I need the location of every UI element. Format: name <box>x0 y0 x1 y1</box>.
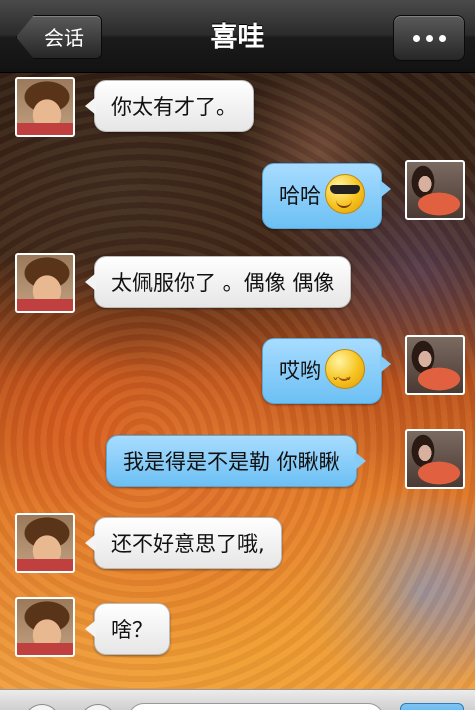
contact-avatar[interactable] <box>15 253 75 313</box>
cool-face-icon <box>325 174 365 214</box>
dot-icon <box>412 34 420 42</box>
back-button[interactable]: 会话 <box>16 15 102 59</box>
contact-avatar[interactable] <box>15 513 75 573</box>
incoming-message-bubble[interactable]: 啥？ <box>85 603 170 655</box>
contact-avatar[interactable] <box>15 597 75 657</box>
voice-toggle-button[interactable] <box>24 704 60 710</box>
message-text: 太佩服你了 。偶像 偶像 <box>111 271 335 295</box>
message-text: 哈哈 <box>279 184 321 208</box>
incoming-message-bubble[interactable]: 你太有才了。 <box>85 80 254 132</box>
contact-avatar[interactable] <box>15 77 75 137</box>
more-options-button[interactable] <box>393 15 465 61</box>
message-text: 我是得是不是勒 你瞅瞅 <box>123 450 340 474</box>
message-text: 哎哟 <box>279 359 321 383</box>
message-text: 啥？ <box>111 618 153 642</box>
emoji-button[interactable] <box>80 704 116 710</box>
shy-face-icon <box>325 349 365 414</box>
dot-icon <box>425 34 433 42</box>
dot-icon <box>438 34 446 42</box>
outgoing-message-bubble[interactable]: 哈哈 <box>262 163 391 229</box>
incoming-message-bubble[interactable]: 太佩服你了 。偶像 偶像 <box>84 256 352 308</box>
message-text: 还不好意思了哦, <box>111 532 265 556</box>
my-avatar[interactable] <box>405 335 465 395</box>
top-nav-bar: 会话 喜哇 <box>0 0 475 73</box>
outgoing-message-bubble[interactable]: 哎哟 <box>262 338 391 414</box>
incoming-message-bubble[interactable]: 还不好意思了哦, <box>85 517 282 569</box>
my-avatar[interactable] <box>405 429 465 489</box>
message-text: 你太有才了。 <box>111 95 237 119</box>
message-input-bar <box>0 689 475 710</box>
outgoing-message-bubble[interactable]: 我是得是不是勒 你瞅瞅 <box>106 435 366 487</box>
my-avatar[interactable] <box>405 160 465 220</box>
